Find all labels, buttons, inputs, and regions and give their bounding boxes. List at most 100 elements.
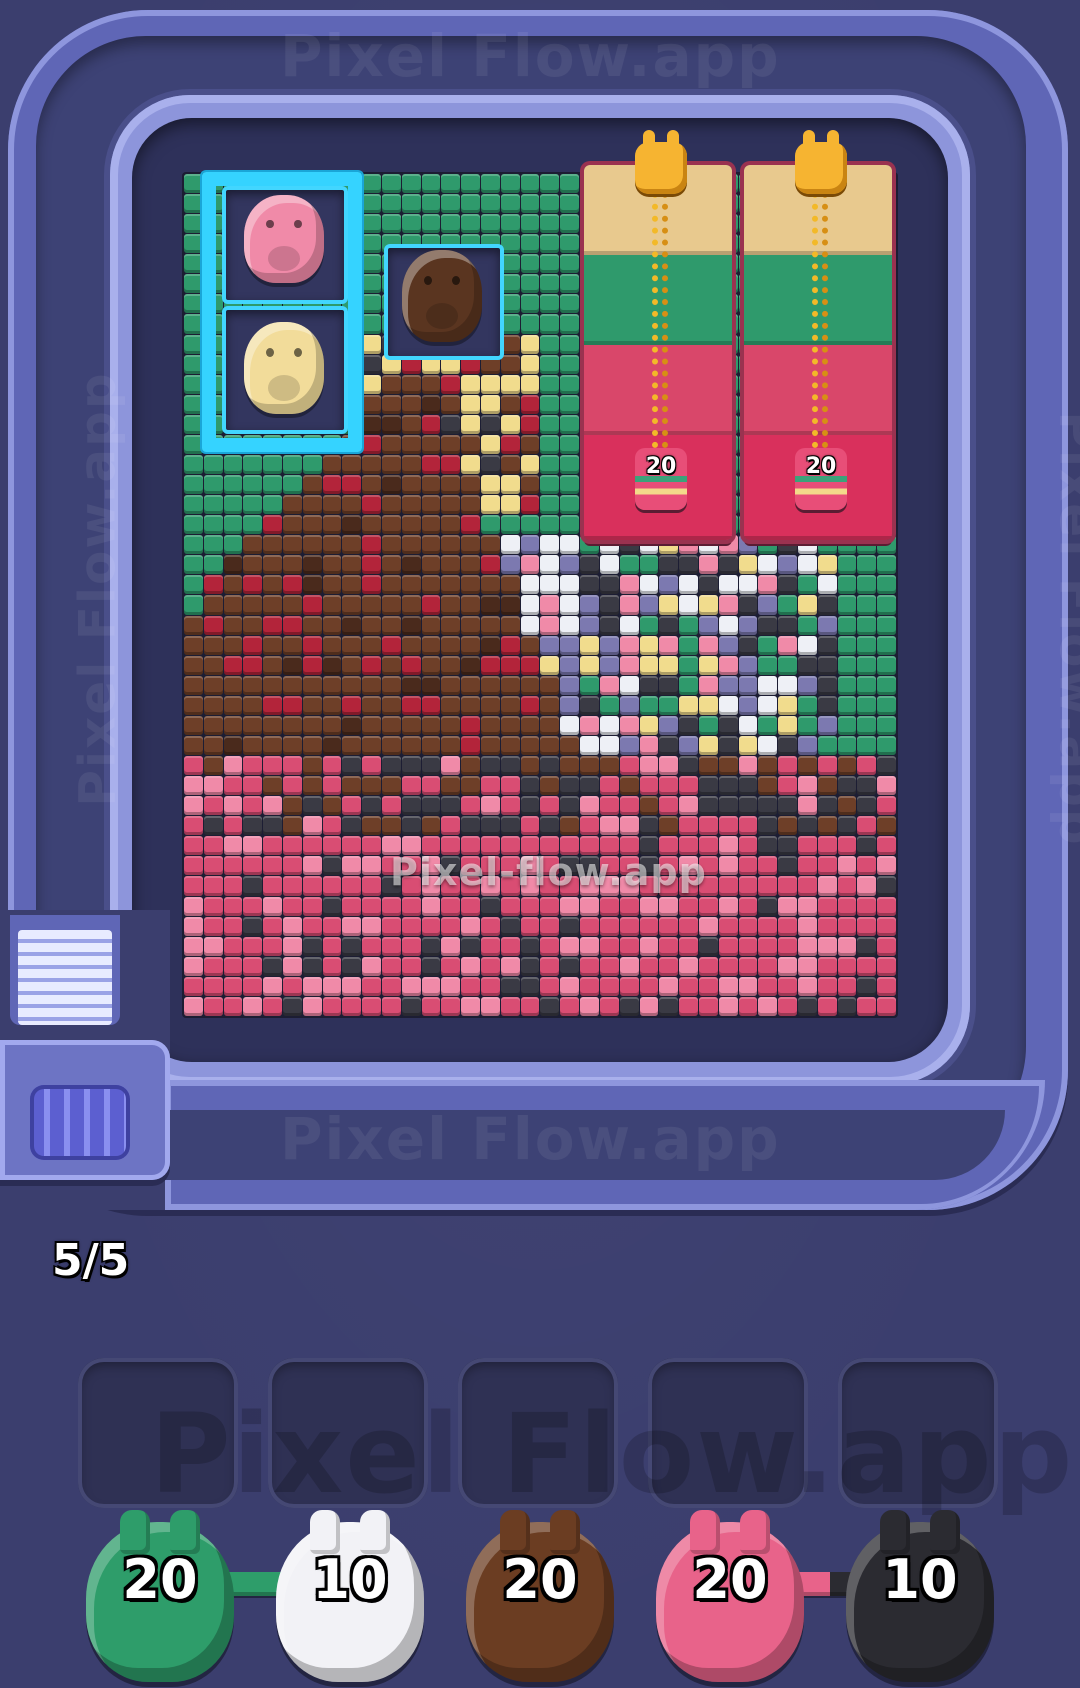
pixel-cell — [817, 976, 837, 996]
pixel-cell — [184, 354, 203, 374]
pixel-cell — [520, 796, 540, 816]
pixel-cell — [461, 715, 481, 735]
pixel-cell — [540, 434, 560, 454]
brown-pig-icon[interactable] — [402, 250, 482, 342]
pixel-cell — [718, 575, 738, 595]
pixel-cell — [837, 715, 857, 735]
pixel-cell — [698, 976, 718, 996]
pixel-cell — [778, 575, 797, 595]
pixel-cell — [540, 194, 560, 214]
pixel-cell — [679, 655, 698, 675]
pixel-cell — [877, 856, 896, 876]
pixel-cell — [302, 936, 322, 956]
pixel-cell — [698, 896, 718, 916]
pixel-cell — [500, 454, 520, 475]
pixel-cell — [500, 555, 520, 575]
pixel-cell — [659, 776, 679, 796]
pixel-cell — [659, 555, 679, 575]
pixel-cell — [441, 796, 461, 816]
cream-pig-icon[interactable] — [244, 322, 324, 414]
pixel-cell — [698, 635, 718, 655]
pixel-cell — [500, 996, 520, 1016]
pixel-cell — [580, 996, 599, 1016]
pixel-cell — [362, 896, 382, 916]
pixel-cell — [797, 796, 817, 816]
pixel-cell — [540, 655, 560, 675]
pixel-cell — [461, 194, 481, 214]
pixel-cell — [283, 896, 302, 916]
pixel-cell — [342, 876, 362, 896]
pixel-cell — [342, 595, 362, 615]
pixel-cell — [421, 655, 441, 675]
pixel-cell — [184, 414, 203, 434]
pixel-cell — [758, 916, 778, 936]
pixel-cell — [540, 354, 560, 374]
pixel-cell — [263, 996, 283, 1016]
pixel-cell — [441, 956, 461, 976]
pixel-cell — [500, 414, 520, 434]
pixel-cell — [619, 695, 639, 715]
pixel-cell — [401, 675, 421, 695]
pixel-cell — [679, 896, 698, 916]
pixel-cell — [461, 796, 481, 816]
pixel-cell — [322, 715, 342, 735]
pixel-cell — [342, 856, 362, 876]
pixel-cell — [817, 856, 837, 876]
pixel-cell — [184, 996, 203, 1016]
pixel-cell — [441, 394, 461, 414]
pixel-cell — [520, 394, 540, 414]
pixel-cell — [520, 174, 540, 194]
pixel-cell — [362, 715, 382, 735]
pixel-cell — [203, 956, 223, 976]
pixel-cell — [441, 675, 461, 695]
pixel-cell — [718, 756, 738, 776]
pixel-cell — [401, 575, 421, 595]
pixel-cell — [540, 776, 560, 796]
pixel-cell — [817, 936, 837, 956]
pixel-cell — [718, 635, 738, 655]
pixel-cell — [322, 575, 342, 595]
pink-pig-icon[interactable] — [244, 195, 324, 283]
pixel-cell — [362, 695, 382, 715]
pixel-cell — [421, 896, 441, 916]
pixel-cell — [738, 635, 758, 655]
pixel-cell — [797, 675, 817, 695]
pixel-cell — [263, 675, 283, 695]
pixel-cell — [659, 715, 679, 735]
pixel-cell — [481, 816, 500, 836]
pixel-cell — [203, 454, 223, 475]
pixel-cell — [322, 836, 342, 856]
pixel-cell — [500, 515, 520, 535]
pixel-cell — [223, 695, 243, 715]
pixel-cell — [302, 595, 322, 615]
pixel-cell — [520, 595, 540, 615]
pixel-cell — [599, 735, 619, 756]
pixel-cell — [283, 816, 302, 836]
pixel-cell — [639, 555, 659, 575]
pixel-cell — [639, 956, 659, 976]
pixel-cell — [540, 996, 560, 1016]
pixel-cell — [481, 695, 500, 715]
pixel-cell — [639, 575, 659, 595]
shooter-count: 10 — [312, 1548, 388, 1611]
pixel-cell — [817, 876, 837, 896]
pixel-cell — [659, 735, 679, 756]
pixel-cell — [758, 756, 778, 776]
pixel-cell — [698, 956, 718, 976]
pixel-cell — [223, 615, 243, 635]
pixel-cell — [599, 796, 619, 816]
pixel-cell — [797, 976, 817, 996]
pixel-cell — [540, 675, 560, 695]
pixel-cell — [857, 575, 877, 595]
pixel-cell — [421, 756, 441, 776]
pixel-cell — [263, 776, 283, 796]
pixel-cell — [758, 615, 778, 635]
pixel-cell — [184, 535, 203, 555]
pixel-cell — [698, 715, 718, 735]
pixel-cell — [203, 715, 223, 735]
conveyor-entry-stripes — [18, 930, 112, 1025]
pixel-cell — [580, 976, 599, 996]
pixel-cell — [520, 776, 540, 796]
pixel-cell — [877, 655, 896, 675]
pixel-cell — [362, 575, 382, 595]
